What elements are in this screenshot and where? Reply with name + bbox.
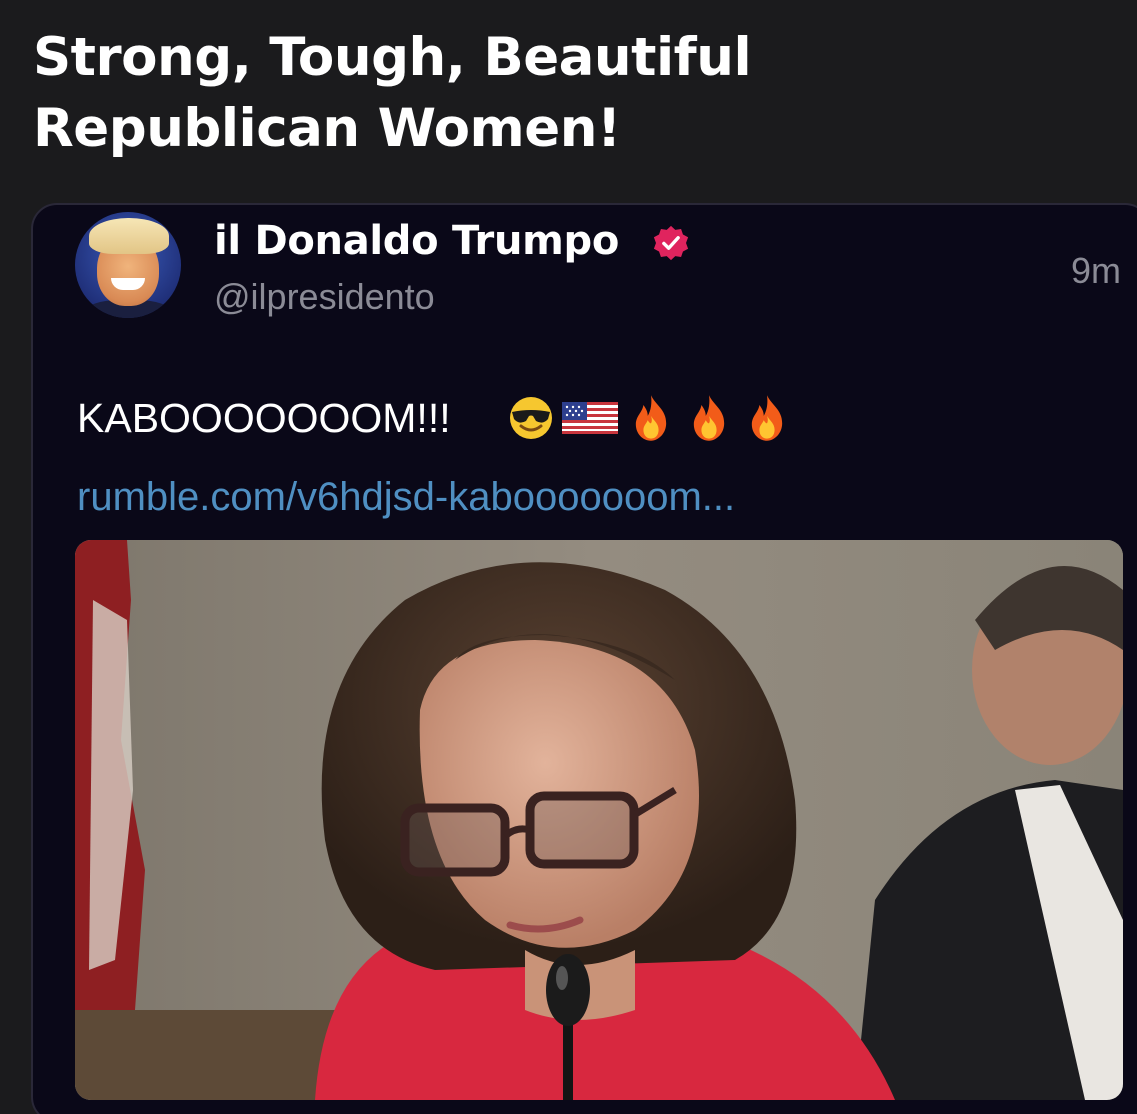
fire-icon xyxy=(751,395,783,441)
verified-badge-icon xyxy=(653,225,689,261)
author-handle[interactable]: @ilpresidento xyxy=(214,275,435,319)
tweet-media-image[interactable] xyxy=(75,540,1123,1100)
avatar[interactable] xyxy=(75,212,181,318)
embedded-tweet-card[interactable]: il Donaldo Trumpo @ilpresidento 9m KABOO… xyxy=(31,203,1137,1114)
us-flag-icon xyxy=(562,402,618,434)
fire-icon xyxy=(693,395,725,441)
smiling-face-with-sunglasses-icon xyxy=(510,397,552,439)
hearing-photo xyxy=(75,540,1123,1100)
fire-icon xyxy=(635,395,667,441)
avatar-hair xyxy=(89,218,169,254)
tweet-link[interactable]: rumble.com/v6hdjsd-kabooooooom... xyxy=(77,472,735,522)
post-title: Strong, Tough, Beautiful Republican Wome… xyxy=(33,27,752,159)
tweet-timestamp[interactable]: 9m xyxy=(1071,249,1121,293)
emoji-row xyxy=(507,393,793,443)
page: Strong, Tough, Beautiful Republican Wome… xyxy=(0,0,1137,1114)
author-display-name[interactable]: il Donaldo Trumpo xyxy=(214,217,619,265)
tweet-text: KABOOOOOOOM!!! xyxy=(77,395,451,441)
